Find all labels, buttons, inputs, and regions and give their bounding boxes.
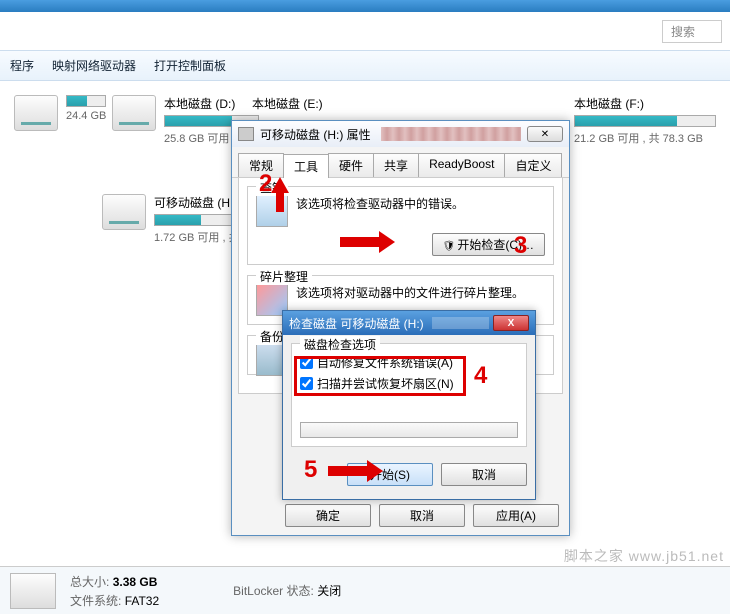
cancel-button[interactable]: 取消	[379, 504, 465, 527]
dialog-titlebar[interactable]: 可移动磁盘 (H:) 属性 ✕	[232, 121, 569, 147]
drive-item[interactable]: 本地磁盘 (F:)21.2 GB 可用 , 共 78.3 GB	[570, 91, 720, 150]
dialog-titlebar[interactable]: 检查磁盘 可移动磁盘 (H:) X	[283, 311, 535, 335]
toolbar-item[interactable]: 映射网络驱动器	[52, 57, 136, 74]
close-button[interactable]: X	[493, 315, 529, 331]
tab-readyboost[interactable]: ReadyBoost	[418, 153, 505, 177]
auto-fix-checkbox[interactable]: 自动修复文件系统错误(A)	[300, 354, 518, 371]
search-box[interactable]: 搜索	[662, 20, 722, 43]
drive-icon	[14, 95, 58, 131]
drive-icon	[238, 127, 254, 141]
drive-icon	[112, 95, 156, 131]
explorer-toolbar: 程序 映射网络驱动器 打开控制面板	[0, 50, 730, 81]
toolbar-item[interactable]: 打开控制面板	[154, 57, 226, 74]
tab-tools[interactable]: 工具	[283, 154, 329, 178]
drive-item[interactable]: 24.4 GB	[10, 91, 98, 150]
ok-button[interactable]: 确定	[285, 504, 371, 527]
drive-icon	[102, 194, 146, 230]
checkdisk-dialog: 检查磁盘 可移动磁盘 (H:) X 磁盘检查选项 自动修复文件系统错误(A) 扫…	[282, 310, 536, 500]
start-button[interactable]: 开始(S)	[347, 463, 433, 486]
drive-item-removable[interactable]: 可移动磁盘 (H:)1.72 GB 可用 , 共 3.	[98, 190, 238, 249]
tab-sharing[interactable]: 共享	[373, 153, 419, 177]
progress-bar	[300, 422, 518, 438]
close-button[interactable]: ✕	[527, 126, 563, 142]
watermark: 脚本之家 www.jb51.net	[564, 546, 724, 566]
cancel-button[interactable]: 取消	[441, 463, 527, 486]
tab-custom[interactable]: 自定义	[504, 153, 562, 177]
toolbar-item[interactable]: 程序	[10, 57, 34, 74]
tab-general[interactable]: 常规	[238, 153, 284, 177]
checkdisk-icon	[256, 195, 288, 227]
drive-item[interactable]: 本地磁盘 (D:)25.8 GB 可用 , 共 9	[108, 91, 238, 150]
apply-button[interactable]: 应用(A)	[473, 504, 559, 527]
drive-icon	[10, 573, 56, 609]
scan-recover-checkbox[interactable]: 扫描并尝试恢复坏扇区(N)	[300, 375, 518, 392]
error-check-group: 查错 该选项将检查驱动器中的错误。 开始检查(C)…	[247, 186, 554, 265]
tab-hardware[interactable]: 硬件	[328, 153, 374, 177]
tab-strip: 常规 工具 硬件 共享 ReadyBoost 自定义	[232, 147, 569, 178]
start-check-button[interactable]: 开始检查(C)…	[432, 233, 545, 256]
status-bar: 总大小: 3.38 GB 文件系统: FAT32 BitLocker 状态: 关…	[0, 566, 730, 614]
